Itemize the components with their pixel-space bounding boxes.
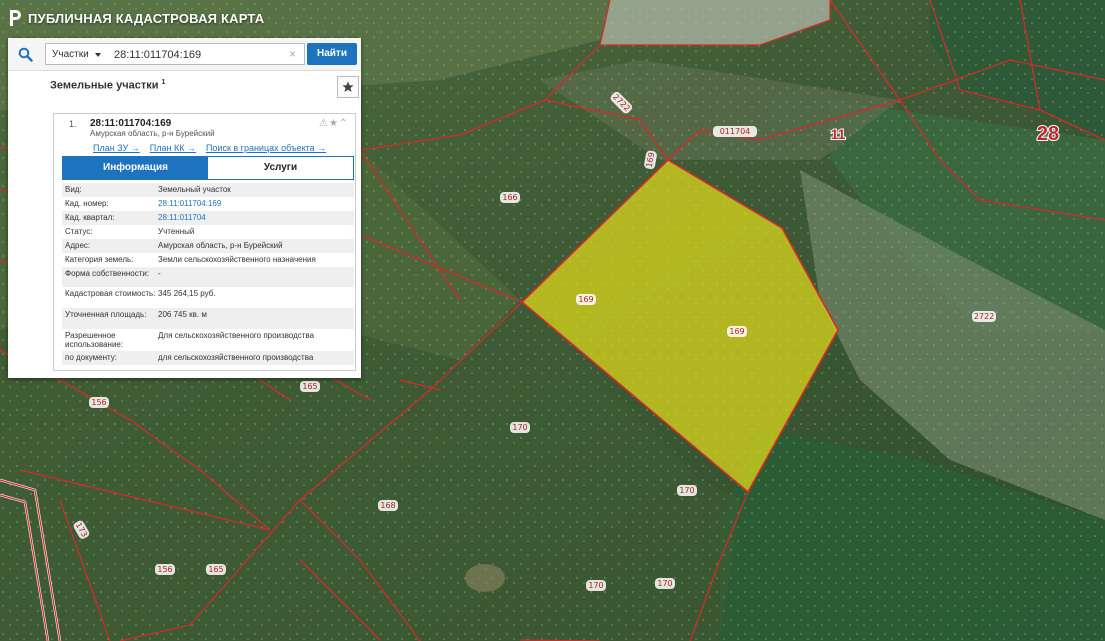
property-row: Адрес: Амурская область, р-н Бурейский — [62, 239, 354, 253]
property-key: Кад. квартал: — [65, 213, 115, 222]
result-cad-number[interactable]: 28:11:011704:169 — [90, 118, 171, 129]
warning-icon[interactable]: ⚠ — [319, 118, 328, 129]
parcel-label-170-d: 170 — [655, 578, 675, 589]
result-address: Амурская область, р-н Бурейский — [90, 129, 215, 138]
property-value: для сельскохозяйственного производства — [158, 353, 314, 362]
svg-text:156: 156 — [91, 398, 106, 407]
property-value[interactable]: 28:11:011704 — [158, 211, 354, 225]
property-value: Земельный участок — [158, 185, 231, 194]
app-title: ПУБЛИЧНАЯ КАДАСТРОВАЯ КАРТА — [28, 10, 265, 26]
property-key: Уточненная площадь: — [65, 310, 147, 319]
property-row: Уточненная площадь: 206 745 кв. м — [62, 308, 354, 329]
parcel-label-168: 168 — [378, 500, 398, 511]
result-tabs: Информация Услуги — [62, 156, 354, 180]
search-panel: Участки 28:11:011704:169 × Найти Земельн… — [8, 38, 361, 378]
property-key: Кад. номер: — [65, 199, 109, 208]
search-type-dropdown[interactable]: Участки — [45, 43, 107, 65]
property-key: Статус: — [65, 227, 93, 236]
parcel-label-170-b: 170 — [677, 485, 697, 496]
property-value: Учтенный — [158, 227, 195, 236]
parcel-label-165-a: 165 — [300, 381, 320, 392]
search-icon[interactable] — [12, 42, 38, 66]
search-input[interactable]: 28:11:011704:169 — [106, 43, 305, 65]
results-count: 1 — [161, 79, 166, 86]
app-header: ПУБЛИЧНАЯ КАДАСТРОВАЯ КАРТА — [0, 0, 264, 36]
property-value: Амурская область, р-н Бурейский — [158, 241, 283, 250]
parcel-label-170-c: 170 — [586, 580, 606, 591]
link-search-in-bounds[interactable]: Поиск в границах объекта → — [206, 143, 326, 153]
svg-text:170: 170 — [588, 581, 603, 590]
parcel-label-169-a: 169 — [576, 294, 596, 305]
property-row: Кадастровая стоимость: 345 264,15 руб. — [62, 287, 354, 308]
parcel-label-165-b: 165 — [206, 564, 226, 575]
property-value: 206 745 кв. м — [158, 310, 207, 319]
property-row: Статус: Учтенный — [62, 225, 354, 239]
svg-text:165: 165 — [208, 565, 223, 574]
find-button[interactable]: Найти — [307, 43, 357, 65]
favorite-button[interactable] — [337, 76, 359, 98]
svg-text:166: 166 — [502, 193, 517, 202]
svg-text:169: 169 — [578, 295, 593, 304]
property-value: Земли сельскохозяйственного назначения — [158, 255, 316, 264]
parcel-label-169-b: 169 — [727, 326, 747, 337]
property-row: Вид: Земельный участок — [62, 183, 354, 197]
svg-text:170: 170 — [512, 423, 527, 432]
property-key: Категория земель: — [65, 255, 134, 264]
quarter-label: 011704 — [713, 126, 757, 137]
properties-table: Вид: Земельный участок Кад. номер: 28:11:01… — [62, 183, 354, 365]
property-key: Форма собственности: — [65, 269, 150, 278]
result-links: План ЗУ → План КК → Поиск в границах объ… — [93, 143, 326, 153]
svg-text:170: 170 — [679, 486, 694, 495]
parcel-label-166: 166 — [500, 192, 520, 203]
property-value: 345 264,15 руб. — [158, 289, 216, 298]
district-label-28: 28 — [1037, 123, 1059, 145]
parcel-label-170-a: 170 — [510, 422, 530, 433]
property-row: Кад. номер: 28:11:011704:169 — [62, 197, 354, 211]
property-value: - — [158, 269, 161, 278]
property-row: Кад. квартал: 28:11:011704 — [62, 211, 354, 225]
svg-text:165: 165 — [302, 382, 317, 391]
property-key: Разрешенное использование: — [65, 331, 124, 349]
property-row: по документу: для сельскохозяйственного п… — [62, 351, 354, 365]
property-key: Вид: — [65, 185, 82, 194]
svg-text:2722: 2722 — [974, 312, 994, 321]
property-row: Категория земель: Земли сельскохозяйствен… — [62, 253, 354, 267]
property-row: Разрешенное использование: Для сельскохоз… — [62, 329, 354, 351]
star-icon — [342, 81, 354, 92]
chevron-down-icon — [95, 53, 101, 57]
svg-text:169: 169 — [729, 327, 744, 336]
svg-text:168: 168 — [380, 501, 395, 510]
clear-search-icon[interactable]: × — [289, 43, 296, 65]
result-actions: ⚠ ★ ⌃ — [319, 118, 347, 129]
link-plan-kk[interactable]: План КК → — [150, 143, 196, 153]
property-key: Кадастровая стоимость: — [65, 289, 156, 298]
tab-services[interactable]: Услуги — [208, 157, 353, 179]
parcel-label-156-a: 156 — [89, 397, 109, 408]
property-row: Форма собственности: - — [62, 267, 354, 287]
search-bar: Участки 28:11:011704:169 × Найти — [8, 38, 361, 71]
chevron-up-icon[interactable]: ⌃ — [339, 118, 347, 129]
star-outline-icon[interactable]: ★ — [329, 118, 338, 129]
property-key: по документу: — [65, 353, 117, 362]
result-card: 1. 28:11:011704:169 Амурская область, р-… — [53, 113, 356, 371]
tab-information[interactable]: Информация — [63, 157, 208, 179]
svg-text:170: 170 — [657, 579, 672, 588]
svg-text:011704: 011704 — [720, 127, 751, 136]
search-type-label: Участки — [52, 49, 89, 60]
property-key: Адрес: — [65, 241, 91, 250]
parcel-label-156-b: 156 — [155, 564, 175, 575]
svg-text:156: 156 — [157, 565, 172, 574]
property-value[interactable]: 28:11:011704:169 — [158, 197, 354, 211]
link-plan-zu[interactable]: План ЗУ → — [93, 143, 140, 153]
property-value: Для сельскохозяйственного производства — [158, 331, 315, 340]
parcel-label-2722-right: 2722 — [972, 311, 996, 322]
result-index: 1. — [69, 119, 77, 129]
district-label-11-right: 11 — [831, 126, 846, 142]
rosreestr-logo-icon — [10, 10, 21, 26]
results-section-title: Земельные участки 1 — [50, 79, 166, 92]
